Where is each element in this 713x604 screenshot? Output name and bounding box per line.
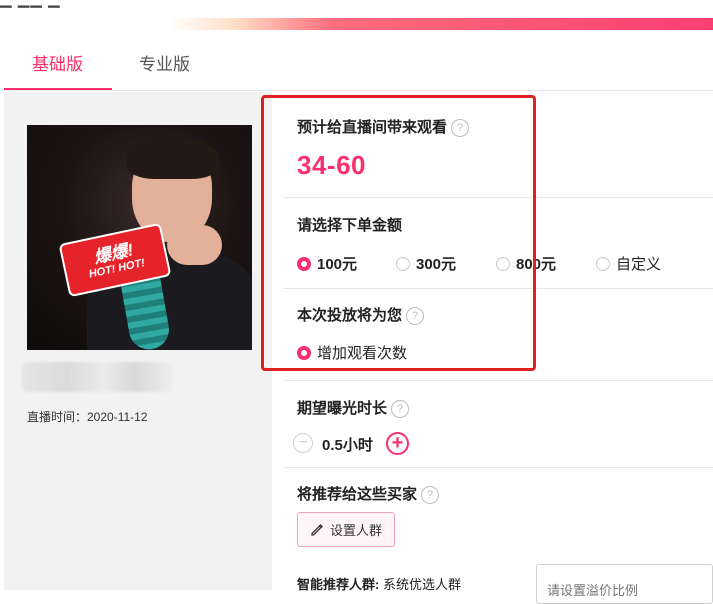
- divider: [283, 288, 713, 289]
- duration-value: 0.5小时: [322, 437, 373, 454]
- goal-option-views[interactable]: 增加观看次数: [297, 342, 407, 363]
- estimate-title-text: 预计给直播间带来观看: [297, 119, 448, 136]
- amount-option-800[interactable]: 800元: [496, 253, 556, 274]
- increase-duration-button[interactable]: +: [386, 432, 409, 455]
- header-title-fragment: ▁ ▁▁ ▁: [0, 0, 60, 8]
- amount-option-300[interactable]: 300元: [396, 253, 456, 274]
- amount-option-custom[interactable]: 自定义: [596, 253, 661, 274]
- estimate-value: 34-60: [297, 150, 366, 180]
- radio-icon: [297, 256, 311, 271]
- pencil-icon: [311, 523, 323, 536]
- top-header: ▁ ▁▁ ▁: [0, 0, 713, 32]
- live-time: 直播时间：2020-11-12: [27, 410, 148, 424]
- radio-label: 800元: [516, 256, 557, 273]
- amount-option-100[interactable]: 100元: [297, 253, 357, 274]
- radio-icon: [496, 256, 510, 271]
- radio-icon: [596, 256, 610, 271]
- radio-label: 100元: [317, 256, 358, 273]
- help-icon[interactable]: ?: [406, 307, 425, 325]
- audience-title-text: 将推荐给这些买家: [297, 486, 418, 503]
- duration-title: 期望曝光时长?: [297, 397, 410, 418]
- active-tab-indicator: [4, 88, 112, 90]
- radio-label: 自定义: [616, 256, 662, 273]
- help-icon[interactable]: ?: [451, 119, 470, 137]
- version-tabs: 基础版 专业版: [0, 32, 713, 91]
- header-gradient-banner: [170, 18, 713, 30]
- decrease-duration-button[interactable]: −: [293, 433, 313, 453]
- set-audience-label: 设置人群: [329, 523, 382, 538]
- divider: [283, 197, 713, 198]
- goal-title-text: 本次投放将为您: [297, 307, 403, 324]
- radio-label: 300元: [416, 256, 457, 273]
- duration-title-text: 期望曝光时长: [297, 400, 388, 417]
- estimate-title: 预计给直播间带来观看?: [297, 116, 470, 137]
- audience-title: 将推荐给这些买家?: [297, 483, 440, 504]
- goal-title: 本次投放将为您?: [297, 304, 425, 325]
- smart-audience-row: 智能推荐人群: 系统优选人群: [297, 574, 461, 593]
- radio-label: 增加观看次数: [317, 345, 408, 362]
- tab-pro[interactable]: 专业版: [139, 50, 190, 75]
- live-room-thumbnail[interactable]: 爆爆! HOT! HOT!: [27, 125, 252, 350]
- tab-basic[interactable]: 基础版: [32, 50, 83, 75]
- live-room-card: 爆爆! HOT! HOT! 直播时间：2020-11-12: [4, 92, 272, 590]
- set-audience-button[interactable]: 设置人群: [297, 512, 395, 547]
- radio-icon: [297, 345, 311, 360]
- divider: [283, 467, 713, 468]
- help-icon[interactable]: ?: [421, 486, 440, 504]
- thumbnail-hair: [127, 137, 219, 179]
- thumbnail-hand: [167, 225, 222, 265]
- divider: [283, 380, 713, 381]
- radio-icon: [396, 256, 410, 271]
- help-icon[interactable]: ?: [391, 400, 410, 418]
- premium-ratio-input[interactable]: [536, 564, 713, 604]
- blurred-room-name: [22, 362, 172, 392]
- amount-title: 请选择下单金额: [297, 217, 403, 234]
